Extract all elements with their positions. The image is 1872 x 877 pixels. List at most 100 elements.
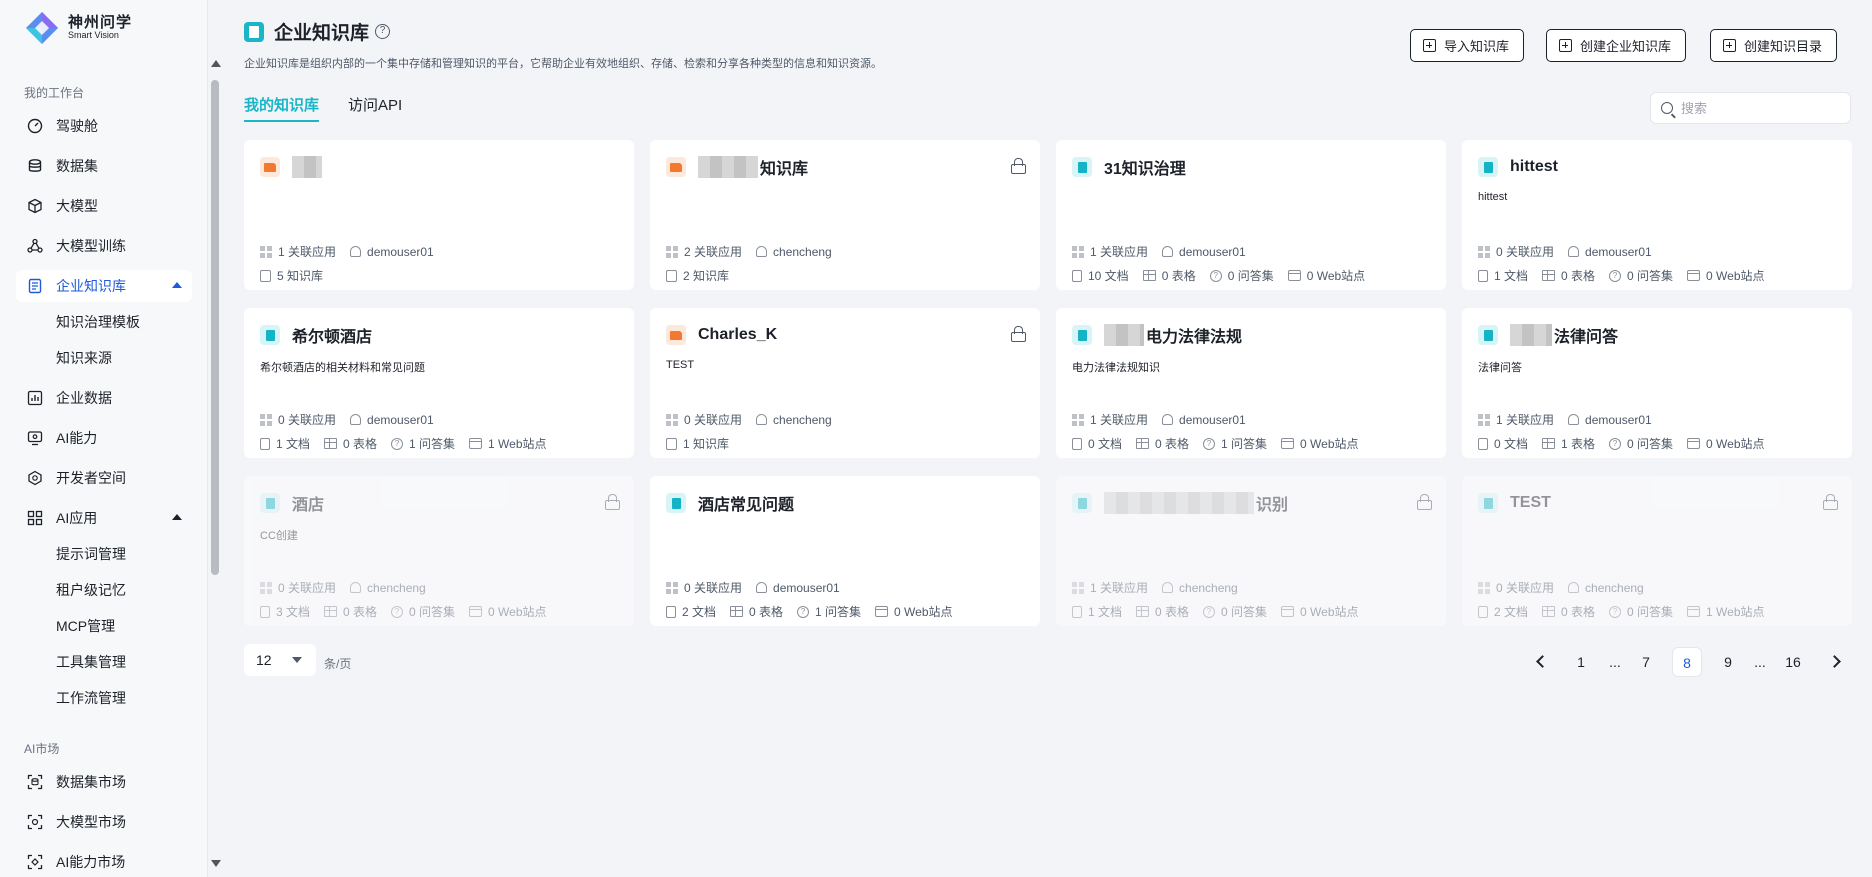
chevron-up-icon[interactable] [172, 514, 182, 520]
qa-icon: ? [1203, 605, 1216, 618]
qa-count: ? 0 问答集 [391, 603, 455, 620]
scroll-up-arrow-icon[interactable] [211, 60, 221, 67]
tab-my-knowledge[interactable]: 我的知识库 [244, 94, 320, 122]
sidebar-subitem-prompts[interactable]: 提示词管理 [56, 544, 126, 564]
related-apps: 1 关联应用 [1072, 243, 1148, 260]
create-kb-button[interactable]: 创建企业知识库 [1546, 29, 1687, 62]
sidebar-item-label: 企业数据 [56, 390, 112, 406]
web-count-text: 0 Web站点 [1300, 437, 1359, 451]
knowledge-card[interactable]: 法律问答 法律问答 1 关联应用 demouser01 0 文档 1 表格? 0 问答… [1462, 308, 1852, 458]
knowledge-card[interactable]: 电力法律法规 电力法律法规知识 1 关联应用 demouser01 0 文档 0 表… [1056, 308, 1446, 458]
sidebar-subitem-workflow[interactable]: 工作流管理 [56, 688, 126, 708]
related-apps: 1 关联应用 [260, 243, 336, 260]
sidebar-scrollbar[interactable] [208, 56, 222, 877]
card-stats-row: 3 文档 0 表格? 0 问答集 0 Web站点 [260, 603, 561, 620]
owner-name: demouser01 [367, 244, 434, 259]
apps-icon [666, 245, 678, 258]
web-count: 0 Web站点 [469, 603, 547, 620]
knowledge-card[interactable]: 31知识治理 1 关联应用 demouser01 10 文档 0 表格? 0 问答集… [1056, 140, 1446, 290]
sidebar-item-llm[interactable]: 大模型 [16, 190, 192, 222]
knowledge-card[interactable]: 1 关联应用 demouser01 5 知识库 [244, 140, 634, 290]
import-kb-button[interactable]: 导入知识库 [1410, 29, 1525, 62]
apps-icon [666, 581, 678, 594]
next-page-icon[interactable] [1828, 655, 1841, 668]
owner: demouser01 [350, 245, 434, 259]
apps-icon [1072, 581, 1084, 594]
page-number[interactable]: 9 [1713, 647, 1743, 677]
related-apps: 0 关联应用 [666, 411, 742, 428]
sidebar-item-knowledge[interactable]: 企业知识库 [16, 270, 192, 302]
related-apps: 1 关联应用 [1072, 579, 1148, 596]
doc-count: 3 文档 [260, 603, 310, 620]
sidebar-item-dataset-market[interactable]: 数据集市场 [16, 766, 192, 798]
table-icon [730, 606, 744, 617]
qa-count-text: 0 问答集 [409, 605, 456, 619]
card-meta-row: 1 关联应用 demouser01 [1072, 243, 1260, 260]
logo-mark-icon [24, 10, 60, 46]
help-icon[interactable]: ? [375, 24, 391, 39]
knowledge-card[interactable]: 希尔顿酒店 希尔顿酒店的相关材料和常见问题 0 关联应用 demouser01 1… [244, 308, 634, 458]
user-icon [350, 582, 362, 593]
web-count-text: 1 Web站点 [488, 437, 547, 451]
page-number[interactable]: 8 [1672, 647, 1702, 677]
sidebar-subitem-memory[interactable]: 租户级记忆 [56, 580, 126, 600]
document-icon [1072, 269, 1082, 282]
document-icon [1478, 605, 1488, 618]
qa-icon: ? [1209, 269, 1222, 282]
kb-icon [666, 437, 677, 450]
sidebar-item-ai-app[interactable]: AI应用 [16, 502, 192, 534]
page-size-select[interactable]: 12 [244, 644, 316, 676]
related-apps-count: 2 关联应用 [684, 245, 743, 259]
tab-access-api[interactable]: 访问API [348, 94, 402, 122]
create-directory-button[interactable]: 创建知识目录 [1710, 29, 1838, 62]
sidebar-item-dataset[interactable]: 数据集 [16, 150, 192, 182]
page-ellipsis[interactable]: ... [1745, 647, 1775, 677]
knowledge-card[interactable]: TEST 0 关联应用 chencheng 2 文档 0 表格? 0 问答集 1 We… [1462, 476, 1852, 626]
table-count: 0 表格 [730, 603, 783, 620]
import-icon [1423, 39, 1436, 52]
doc-count: 1 文档 [1478, 267, 1528, 284]
sidebar-subitem-governance-template[interactable]: 知识治理模板 [56, 312, 140, 332]
sidebar-item-ai-market[interactable]: AI能力市场 [16, 846, 192, 877]
knowledge-card[interactable]: 识别 1 关联应用 chencheng 1 文档 0 表格? 0 问答集 0 Web站… [1056, 476, 1446, 626]
card-meta-row: 0 关联应用 chencheng [1478, 579, 1658, 596]
brand-logo[interactable]: 神州问学 Smart Vision [24, 10, 132, 46]
card-title-text: 酒店 [292, 497, 325, 514]
sidebar-item-training[interactable]: 大模型训练 [16, 230, 192, 262]
scroll-down-arrow-icon[interactable] [211, 860, 221, 867]
sidebar-item-ai-ability[interactable]: AI能力 [16, 422, 192, 454]
page-number[interactable]: 1 [1566, 647, 1596, 677]
related-apps: 1 关联应用 [1478, 411, 1554, 428]
search-icon [1661, 102, 1673, 114]
knowledge-card[interactable]: 酒店常见问题 0 关联应用 demouser01 2 文档 0 表格? 1 问答集 0… [650, 476, 1040, 626]
table-count-text: 0 表格 [343, 437, 378, 451]
sidebar-subitem-knowledge-source[interactable]: 知识来源 [56, 348, 112, 368]
sidebar-item-developer[interactable]: 开发者空间 [16, 462, 192, 494]
prev-page-icon[interactable] [1536, 655, 1549, 668]
search-input[interactable] [1681, 100, 1841, 116]
button-label: 创建企业知识库 [1580, 39, 1672, 54]
apps-icon [260, 413, 272, 426]
page-ellipsis[interactable]: ... [1600, 647, 1630, 677]
knowledge-card[interactable]: hittest hittest 0 关联应用 demouser01 1 文档 0 表… [1462, 140, 1852, 290]
sidebar-item-enterprise-data[interactable]: 企业数据 [16, 382, 192, 414]
page-number[interactable]: 16 [1778, 647, 1808, 677]
card-description: hittest [1478, 191, 1508, 203]
knowledge-card[interactable]: 酒店 CC创建 0 关联应用 chencheng 3 文档 0 表格? 0 问答集 0 … [244, 476, 634, 626]
lock-icon [1011, 326, 1026, 342]
chevron-up-icon[interactable] [172, 282, 182, 288]
sidebar-subitem-mcp[interactable]: MCP管理 [56, 616, 115, 636]
lock-icon [1823, 494, 1838, 510]
scroll-thumb[interactable] [211, 80, 219, 575]
table-count: 1 表格 [1542, 435, 1595, 452]
owner-name: demouser01 [773, 580, 840, 595]
document-icon [1478, 437, 1488, 450]
sidebar-item-dashboard[interactable]: 驾驶舱 [16, 110, 192, 142]
sidebar-subitem-toolsets[interactable]: 工具集管理 [56, 652, 126, 672]
page-number[interactable]: 7 [1631, 647, 1661, 677]
knowledge-card[interactable]: 知识库 2 关联应用 chencheng 2 知识库 [650, 140, 1040, 290]
search-box[interactable] [1650, 92, 1851, 124]
doc-count: 1 文档 [1072, 603, 1122, 620]
knowledge-card[interactable]: Charles_K TEST 0 关联应用 chencheng 1 知识库 [650, 308, 1040, 458]
sidebar-item-llm-market[interactable]: 大模型市场 [16, 806, 192, 838]
